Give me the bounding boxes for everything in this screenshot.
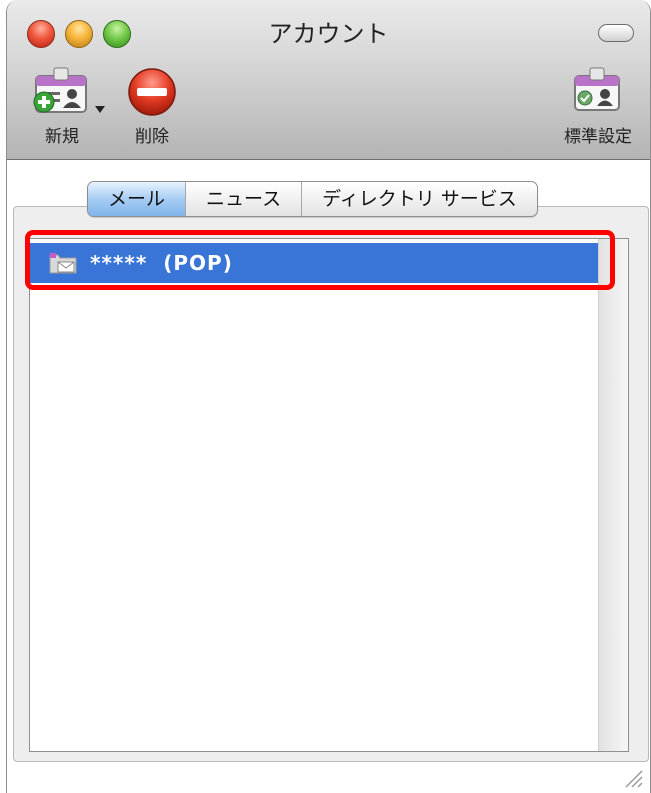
resize-grip-icon[interactable] (622, 767, 644, 789)
add-account-card-icon (33, 67, 87, 113)
delete-icon (128, 68, 176, 116)
tab-directory-services[interactable]: ディレクトリ サービス (302, 182, 537, 216)
new-account-label: 新規 (45, 127, 79, 147)
set-default-button[interactable]: 標準設定 (550, 66, 646, 147)
accounts-window: アカウント 新規 削除 標準設定 メール ニュース ディレクトリ サービス **… (6, 0, 651, 793)
set-default-label: 標準設定 (564, 127, 632, 147)
account-type-tabs: メール ニュース ディレクトリ サービス (87, 181, 538, 217)
scrollbar[interactable] (598, 239, 628, 751)
tab-mail[interactable]: メール (88, 182, 187, 216)
default-account-card-icon (574, 67, 620, 111)
chevron-down-icon[interactable] (95, 106, 105, 113)
selection-highlight-box (25, 230, 615, 290)
toolbar-toggle-button[interactable] (598, 24, 634, 42)
new-account-button[interactable]: 新規 (25, 66, 99, 147)
account-list[interactable]: ***** (POP) (29, 238, 629, 752)
window-title: アカウント (268, 20, 389, 48)
delete-account-button[interactable]: 削除 (115, 66, 189, 147)
delete-account-label: 削除 (135, 127, 169, 147)
tab-news[interactable]: ニュース (186, 182, 303, 216)
titlebar-toolbar: アカウント 新規 削除 標準設定 (7, 0, 650, 160)
